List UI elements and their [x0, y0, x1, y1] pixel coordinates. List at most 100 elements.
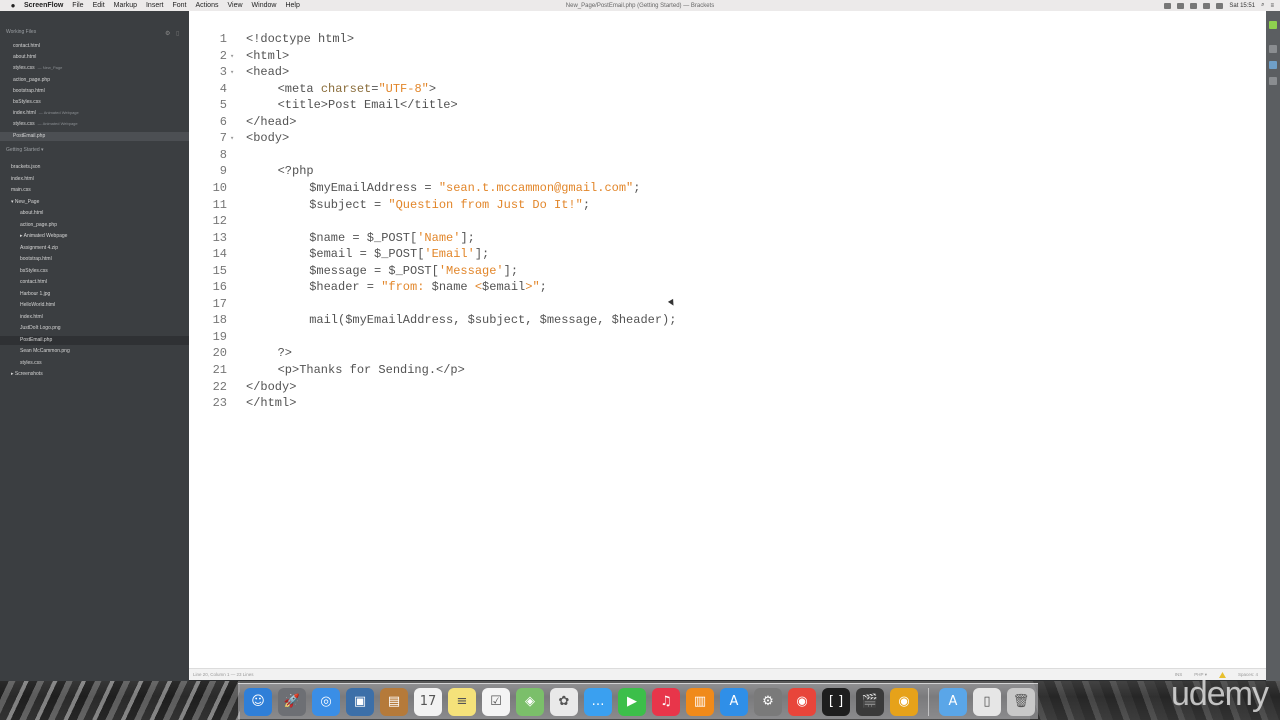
- tree-item[interactable]: ▾ New_Page: [11, 199, 39, 205]
- gear-icon[interactable]: ⚙: [165, 30, 170, 37]
- apple-menu-icon[interactable]: ●: [8, 1, 18, 10]
- working-file-item[interactable]: bootstrap.html: [13, 88, 45, 94]
- menu-item[interactable]: Font: [173, 2, 187, 9]
- menu-app-name[interactable]: ScreenFlow: [24, 2, 63, 9]
- code-text: <?php: [278, 164, 314, 178]
- tree-item[interactable]: Assignment 4.zip: [20, 245, 58, 251]
- tree-item[interactable]: bsStyles.css: [20, 268, 48, 274]
- clock[interactable]: Sat 15:51: [1229, 3, 1255, 9]
- live-preview-icon[interactable]: [1269, 21, 1277, 29]
- notification-center-icon[interactable]: ≡: [1270, 3, 1274, 9]
- working-file-item[interactable]: styles.css — Animated Webpage: [13, 121, 78, 127]
- menu-item[interactable]: Insert: [146, 2, 164, 9]
- working-file-folder: — New_Page: [37, 65, 63, 71]
- brackets-icon[interactable]: [ ]: [822, 687, 850, 716]
- ibooks-icon[interactable]: ▥: [686, 687, 714, 716]
- line-number: 11: [212, 197, 227, 212]
- applications-folder-icon[interactable]: A: [939, 687, 967, 716]
- menu-item[interactable]: View: [227, 2, 242, 9]
- photos-icon[interactable]: ✿: [550, 687, 578, 716]
- trash-icon[interactable]: 🗑: [1007, 687, 1035, 716]
- working-file-name: styles.css: [13, 121, 35, 128]
- volume-icon[interactable]: [1203, 2, 1211, 9]
- working-file-item[interactable]: PostEmail.php: [13, 133, 45, 139]
- tree-item[interactable]: index.html: [20, 314, 43, 320]
- tree-item[interactable]: main.css: [11, 187, 31, 193]
- working-file-item[interactable]: action_page.php: [13, 77, 50, 83]
- tree-item[interactable]: Sean McCammon.png: [20, 348, 70, 354]
- fold-toggle-icon[interactable]: ▾: [230, 134, 234, 143]
- code-token: $name = $_POST[: [309, 230, 418, 245]
- line-number: 23: [212, 396, 227, 411]
- working-file-item[interactable]: index.html — Animated Webpage: [13, 110, 79, 116]
- menu-item[interactable]: Actions: [196, 2, 219, 9]
- menu-item[interactable]: Help: [285, 2, 299, 9]
- code-editor[interactable]: 1 <!doctype html> 2 ▾ <html> 3 ▾ <head> 4 <meta c…: [189, 22, 1266, 680]
- launchpad-icon[interactable]: 🚀: [278, 687, 306, 716]
- tree-item[interactable]: action_page.php: [20, 222, 57, 228]
- line-number: 6: [219, 114, 227, 129]
- tree-item[interactable]: HelloWorld.html: [20, 302, 55, 308]
- calendar-icon[interactable]: 17: [414, 687, 442, 716]
- documents-folder-icon[interactable]: ▯: [973, 687, 1001, 716]
- extension-icon[interactable]: [1269, 61, 1277, 69]
- app-store-icon[interactable]: A: [720, 687, 748, 716]
- working-file-item[interactable]: styles.css — New_Page: [13, 65, 62, 71]
- code-token: ;: [582, 197, 591, 212]
- tree-item[interactable]: ▸ Screenshots: [11, 371, 43, 377]
- tree-item[interactable]: styles.css: [20, 360, 42, 366]
- code-token: <!doctype html>: [246, 32, 355, 46]
- line-number: 21: [212, 363, 227, 377]
- tree-item[interactable]: about.html: [20, 210, 43, 216]
- line-number: 19: [212, 329, 227, 344]
- tree-item[interactable]: JustDoIt Logo.png: [20, 325, 61, 331]
- split-view-icon[interactable]: ▯: [176, 30, 179, 37]
- itunes-icon[interactable]: ♫: [652, 687, 680, 716]
- notes-icon[interactable]: ≡: [448, 687, 476, 716]
- tree-item[interactable]: contact.html: [20, 279, 47, 285]
- tree-item[interactable]: index.html: [11, 176, 34, 182]
- tree-item[interactable]: ▸ Animated Webpage: [20, 233, 67, 239]
- working-file-item[interactable]: contact.html: [13, 43, 40, 49]
- fold-toggle-icon[interactable]: ▾: [230, 52, 234, 61]
- extension-manager-icon[interactable]: [1269, 45, 1277, 53]
- system-preferences-icon[interactable]: ⚙: [754, 687, 782, 716]
- menu-item[interactable]: File: [72, 2, 83, 9]
- status-area: Sat 15:51 ⌕ ≡: [1164, 2, 1274, 9]
- preview-icon[interactable]: ▣: [346, 687, 374, 716]
- tree-item[interactable]: Harbour 1.jpg: [20, 291, 50, 297]
- project-title[interactable]: Getting Started ▾: [6, 147, 44, 153]
- code-area[interactable]: 1 <!doctype html> 2 ▾ <html> 3 ▾ <head> 4 <meta c…: [189, 22, 1266, 680]
- code-token: >": [525, 280, 540, 295]
- screenflow-icon[interactable]: 🎬: [856, 687, 884, 716]
- wifi-icon[interactable]: [1190, 2, 1198, 9]
- maps-icon[interactable]: ◈: [516, 687, 544, 716]
- chrome-canary-icon[interactable]: ◉: [890, 687, 918, 716]
- reminders-icon[interactable]: ☑: [482, 687, 510, 716]
- contacts-icon[interactable]: ▤: [380, 687, 408, 716]
- dropbox-icon[interactable]: [1177, 2, 1185, 9]
- screenflow-status-icon[interactable]: [1164, 2, 1172, 9]
- tree-item[interactable]: brackets.json: [11, 164, 40, 170]
- menu-item[interactable]: Edit: [93, 2, 105, 9]
- code-token: Thanks for Sending.: [299, 363, 437, 377]
- code-token: "UTF-8": [378, 81, 429, 96]
- chrome-icon[interactable]: ◉: [788, 687, 816, 716]
- battery-icon[interactable]: [1216, 2, 1224, 9]
- messages-icon[interactable]: …: [584, 687, 612, 716]
- fold-toggle-icon[interactable]: ▾: [230, 68, 234, 77]
- code-token: </head>: [246, 114, 297, 129]
- finder-icon[interactable]: ☺: [244, 687, 272, 716]
- extension-icon-2[interactable]: [1269, 77, 1277, 85]
- tree-item[interactable]: PostEmail.php: [20, 337, 52, 343]
- safari-icon[interactable]: ◎: [312, 687, 340, 716]
- code-token: $subject =: [309, 197, 389, 212]
- tree-item[interactable]: bootstrap.html: [20, 256, 52, 262]
- facetime-icon[interactable]: ▶: [618, 687, 646, 716]
- spotlight-icon[interactable]: ⌕: [1261, 2, 1264, 9]
- working-file-item[interactable]: bsStyles.css: [13, 99, 41, 105]
- line-number: 22: [212, 379, 227, 394]
- working-file-item[interactable]: about.html: [13, 54, 36, 60]
- menu-item[interactable]: Window: [252, 2, 277, 9]
- menu-item[interactable]: Markup: [114, 2, 137, 9]
